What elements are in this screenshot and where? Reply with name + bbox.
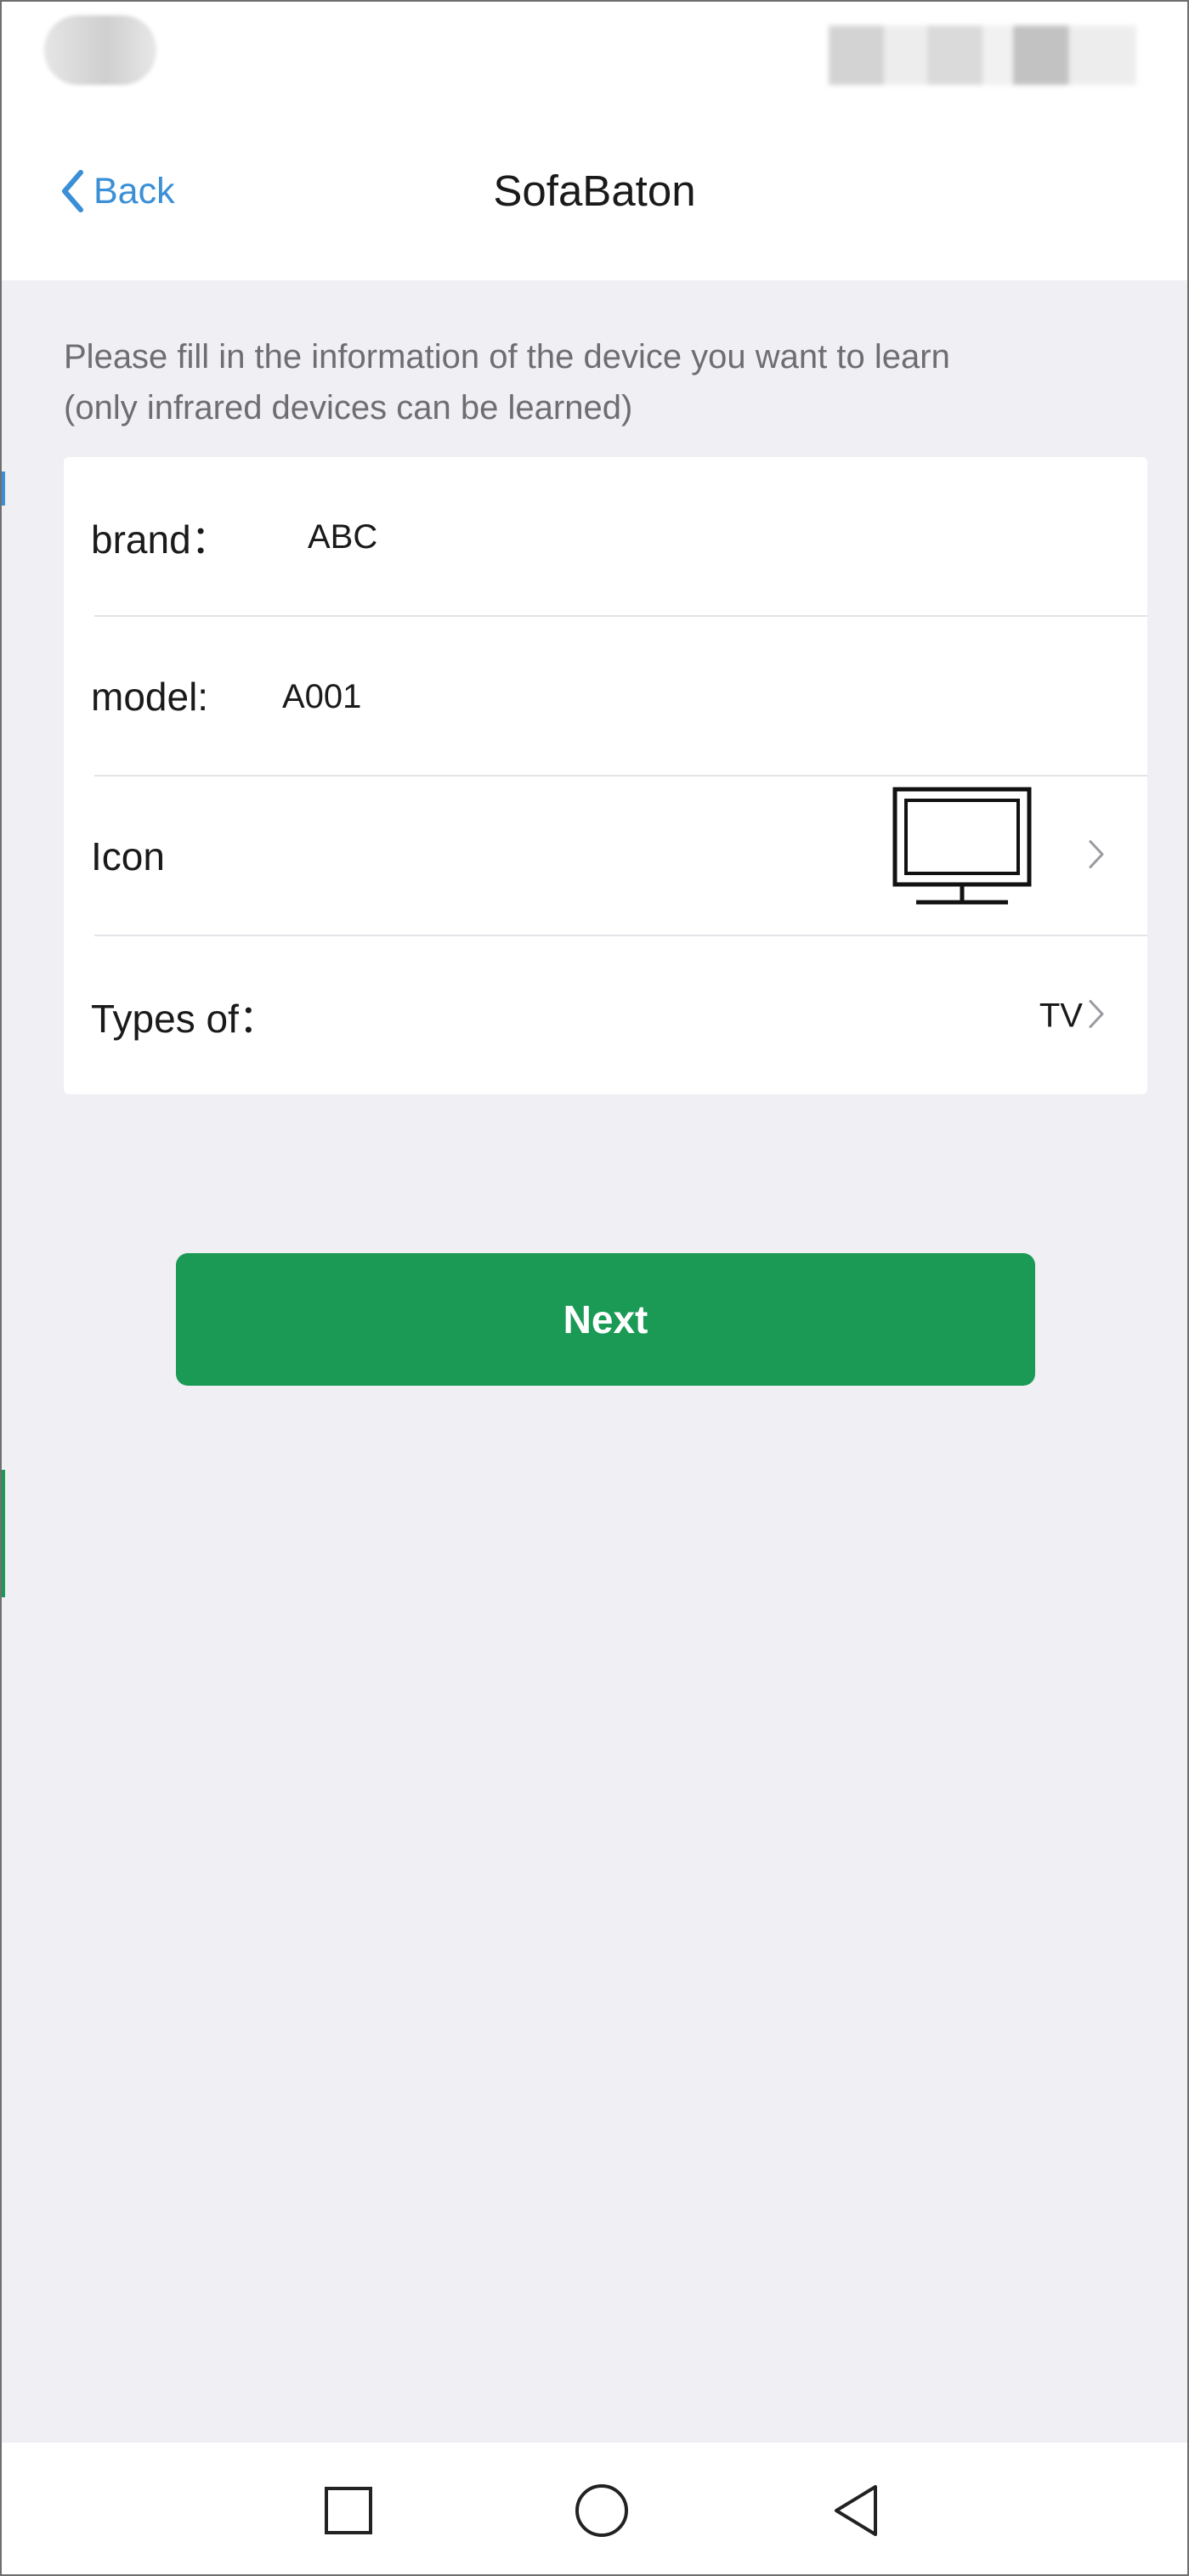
back-triangle-icon[interactable] <box>823 2477 891 2545</box>
instruction-text: Please fill in the information of the de… <box>64 331 1160 433</box>
chevron-right-icon <box>1088 999 1105 1034</box>
back-label: Back <box>93 170 175 212</box>
icon-label: Icon <box>91 834 165 878</box>
model-row[interactable]: model: A001 <box>64 617 1147 777</box>
status-bar <box>0 0 1189 119</box>
back-button[interactable]: Back <box>59 157 175 225</box>
edge-artifact <box>0 472 5 506</box>
main-content: Please fill in the information of the de… <box>0 280 1189 2443</box>
type-value: TV <box>1039 997 1083 1035</box>
model-input[interactable]: A001 <box>282 678 361 716</box>
chevron-right-icon <box>1088 839 1105 874</box>
brand-input[interactable]: ABC <box>308 518 377 556</box>
recents-square-icon[interactable] <box>314 2477 382 2545</box>
device-info-form: brand： ABC model: A001 Icon Types of： TV <box>64 457 1147 1094</box>
brand-row[interactable]: brand： ABC <box>64 457 1147 617</box>
instruction-line-1: Please fill in the information of the de… <box>64 338 950 376</box>
next-button[interactable]: Next <box>176 1253 1035 1386</box>
type-selector[interactable]: TV <box>1039 997 1105 1036</box>
instruction-line-2: (only infrared devices can be learned) <box>64 389 633 427</box>
chevron-left-icon <box>59 169 85 213</box>
brand-label: brand： <box>91 517 230 562</box>
type-row[interactable]: Types of： TV <box>64 936 1147 1096</box>
edge-artifact <box>0 1470 5 1597</box>
model-label: model: <box>91 675 209 719</box>
tv-icon <box>892 787 1037 918</box>
navigation-header: Back SofaBaton <box>0 119 1189 280</box>
status-bar-indicators-blurred <box>829 25 1136 85</box>
home-circle-icon[interactable] <box>568 2477 636 2545</box>
system-navigation-bar <box>0 2443 1189 2576</box>
type-label: Types of： <box>91 997 278 1041</box>
icon-row[interactable]: Icon <box>64 777 1147 936</box>
status-bar-time-blurred <box>44 15 156 85</box>
page-title: SofaBaton <box>493 167 696 215</box>
